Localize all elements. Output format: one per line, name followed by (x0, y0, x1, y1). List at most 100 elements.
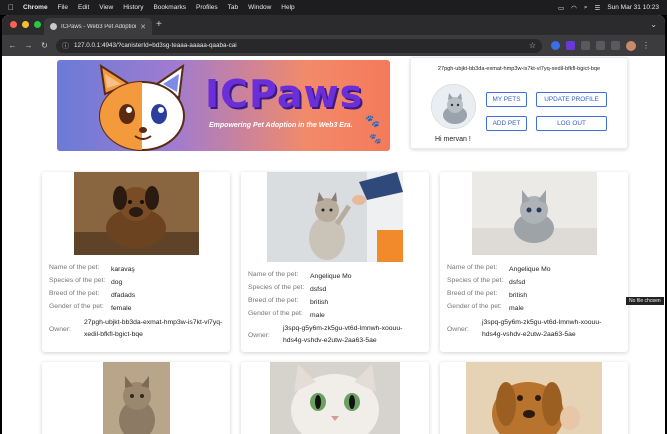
white-cat-closeup-image (270, 362, 400, 434)
site-info-icon[interactable]: ⓘ (62, 41, 69, 51)
pet-photo (472, 172, 597, 255)
pet-breed-label: Breed of the pet: (447, 290, 498, 297)
pet-gender-label: Gender of the pet: (447, 303, 502, 310)
tab-close-icon[interactable]: ✕ (140, 23, 146, 31)
pet-owner-label: Owner: (49, 325, 71, 333)
pet-name-value: Angelique Mo (310, 273, 352, 280)
new-tab-icon[interactable]: + (156, 19, 162, 30)
battery-icon[interactable]: ▭ (558, 4, 564, 12)
menu-window[interactable]: Window (248, 4, 271, 11)
pet-owner-row: Owner: j3spq-g5y6m-zk5gu-vt6d-lmnwh-xoou… (447, 317, 622, 341)
extension-purple-icon[interactable] (566, 41, 575, 50)
more-menu-icon[interactable]: ⋮ (642, 41, 650, 50)
control-center-icon[interactable]: ☰ (594, 4, 600, 12)
menu-help[interactable]: Help (281, 4, 294, 11)
pet-card[interactable]: Name of the pet: Angelique Mo Species of… (440, 172, 628, 352)
pet-owner-row: Owner: j3spq-g5y6m-zk5gu-vt6d-lmnwh-xoou… (248, 323, 423, 347)
page-content: ICPaws Empowering Pet Adoption in the We… (2, 56, 665, 434)
pet-breed-value: dfadads (111, 292, 136, 299)
menu-profiles[interactable]: Profiles (196, 4, 218, 11)
sidebar-icon[interactable] (611, 41, 620, 50)
puppy-image (74, 172, 199, 255)
search-icon[interactable]: ⌕ (584, 4, 588, 12)
pet-species-value: dsfsd (310, 286, 327, 293)
my-pets-button[interactable]: MY PETS (486, 92, 527, 107)
profile-card: 27pgh-ubjkt-bb3da-exmat-hmp3w-is7kt-vl7y… (410, 57, 628, 149)
pet-species-label: Species of the pet: (248, 284, 305, 291)
close-window-button[interactable] (10, 21, 17, 28)
golden-retriever-image (466, 362, 602, 434)
pet-owner-label: Owner: (248, 331, 270, 339)
pet-name-row: Name of the pet: karavaş (49, 264, 135, 276)
pet-photo (103, 362, 170, 434)
menu-tab[interactable]: Tab (228, 4, 238, 11)
pet-breed-row: Breed of the pet: british (248, 297, 328, 309)
pet-card[interactable] (42, 362, 230, 434)
pet-owner-row: Owner: 27pgh-ubjkt-bb3da-exmat-hmp3w-is7… (49, 317, 224, 341)
window-controls (10, 21, 41, 28)
pet-card[interactable] (241, 362, 429, 434)
browser-toolbar: ← → ↻ ⓘ 127.0.0.1:4943/?canisterId=bd3sg… (2, 35, 665, 56)
address-bar[interactable]: ⓘ 127.0.0.1:4943/?canisterId=bd3sg-teaaa… (56, 38, 542, 53)
pet-gender-row: Gender of the pet: female (49, 303, 131, 315)
back-arrow-icon[interactable]: ← (8, 41, 17, 50)
pet-card[interactable]: Name of the pet: karavaş Species of the … (42, 172, 230, 352)
minimize-window-button[interactable] (22, 21, 29, 28)
tab-title: ICPaws - Web3 Pet Adoption (61, 23, 137, 30)
user-avatar[interactable] (431, 84, 476, 129)
browser-window: ICPaws - Web3 Pet Adoption ✕ + ⌄ ← → ↻ ⓘ… (2, 15, 665, 434)
tabby-cat-image (103, 362, 170, 434)
menu-view[interactable]: View (99, 4, 113, 11)
kitten-avatar-image (432, 85, 475, 128)
extension-blue-icon[interactable] (551, 41, 560, 50)
tab-strip: ICPaws - Web3 Pet Adoption ✕ + ⌄ (2, 15, 665, 35)
pet-species-row: Species of the pet: dog (49, 277, 122, 289)
forward-arrow-icon[interactable]: → (24, 41, 33, 50)
paw-icon: 🐾 (369, 134, 382, 145)
log-out-button[interactable]: LOG OUT (536, 116, 607, 131)
menu-history[interactable]: History (123, 4, 143, 11)
user-principal-id: 27pgh-ubjkt-bb3da-exmat-hmp3w-is7kt-vl7y… (437, 66, 601, 72)
pet-card[interactable] (440, 362, 628, 434)
update-profile-button[interactable]: UPDATE PROFILE (536, 92, 607, 107)
pet-breed-label: Breed of the pet: (49, 290, 100, 297)
extensions-area: ⋮ (551, 40, 650, 51)
menu-app-name[interactable]: Chrome (23, 4, 48, 11)
pet-photo (74, 172, 199, 255)
pet-breed-row: Breed of the pet: british (447, 290, 527, 302)
cat-playing-image (267, 172, 403, 262)
pet-species-row: Species of the pet: dsfsd (248, 284, 326, 296)
pet-photo (267, 172, 403, 262)
profile-avatar-icon[interactable] (626, 40, 636, 51)
pet-species-row: Species of the pet: dsfsd (447, 277, 525, 289)
tab-search-chevron-icon[interactable]: ⌄ (650, 20, 657, 29)
menu-file[interactable]: File (58, 4, 68, 11)
bookmark-star-icon[interactable]: ☆ (529, 41, 536, 50)
brand-tagline: Empowering Pet Adoption in the Web3 Era. (209, 122, 353, 129)
pet-gender-value: male (310, 312, 325, 319)
pet-photo (466, 362, 602, 434)
pet-name-label: Name of the pet: (248, 271, 299, 278)
add-pet-button[interactable]: ADD PET (486, 116, 527, 131)
reload-icon[interactable]: ↻ (40, 41, 49, 50)
extensions-puzzle-icon[interactable] (581, 41, 590, 50)
menu-clock[interactable]: Sun Mar 31 10:23 (607, 4, 659, 11)
menu-edit[interactable]: Edit (78, 4, 89, 11)
pet-card[interactable]: Name of the pet: Angelique Mo Species of… (241, 172, 429, 352)
pet-name-row: Name of the pet: Angelique Mo (248, 271, 352, 283)
apple-icon[interactable]:  (8, 3, 14, 12)
download-icon[interactable] (596, 41, 605, 50)
pet-species-label: Species of the pet: (447, 277, 504, 284)
macos-menu-bar:  Chrome File Edit View History Bookmark… (0, 0, 667, 15)
pet-gender-value: female (111, 305, 132, 312)
menu-bookmarks[interactable]: Bookmarks (153, 4, 186, 11)
browser-tab-active[interactable]: ICPaws - Web3 Pet Adoption ✕ (44, 18, 152, 35)
url-text[interactable]: 127.0.0.1:4943/?canisterId=bd3sg-teaaa-a… (74, 42, 237, 49)
pet-owner-value: j3spq-g5y6m-zk5gu-vt6d-lmnwh-xoouu-hds4g… (283, 325, 403, 344)
wifi-icon[interactable]: ◠ (571, 4, 577, 12)
pet-breed-value: british (310, 299, 329, 306)
zoom-window-button[interactable] (34, 21, 41, 28)
pet-owner-value: 27pgh-ubjkt-bb3da-exmat-hmp3w-is7kt-vl7y… (84, 319, 223, 338)
pet-owner-label: Owner: (447, 325, 469, 333)
pet-breed-label: Breed of the pet: (248, 297, 299, 304)
